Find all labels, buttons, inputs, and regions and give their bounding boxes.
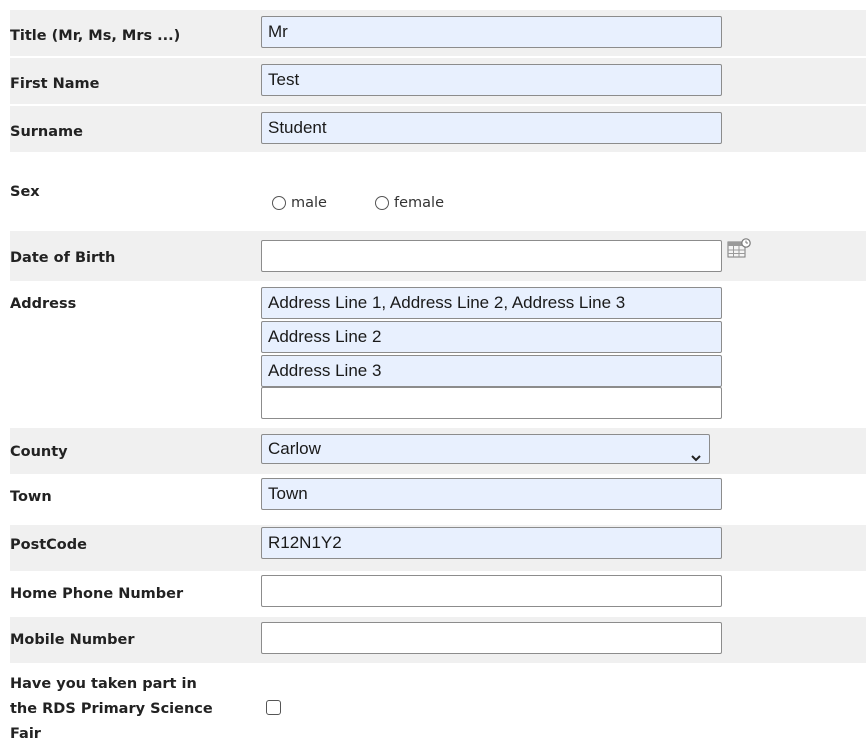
surname-label: Surname — [10, 124, 83, 140]
sex-label: Sex — [10, 184, 40, 200]
home-phone-input[interactable] — [261, 575, 722, 607]
surname-input[interactable]: Student — [261, 112, 722, 144]
postcode-input[interactable]: R12N1Y2 — [261, 527, 722, 559]
first-name-label: First Name — [10, 76, 100, 92]
sex-radio-male[interactable]: male — [272, 195, 327, 211]
home-phone-label: Home Phone Number — [10, 586, 184, 602]
sex-option-female-label: female — [394, 195, 444, 211]
title-input[interactable]: Mr — [261, 16, 722, 48]
mobile-label: Mobile Number — [10, 632, 135, 648]
mobile-input[interactable] — [261, 622, 722, 654]
address-line-3-input[interactable]: Address Line 3 — [261, 355, 722, 387]
radio-circle[interactable] — [272, 196, 286, 210]
address-line-4-input[interactable] — [261, 387, 722, 419]
rds-primary-label-line-3: Fair — [10, 726, 41, 742]
title-label: Title (Mr, Ms, Mrs ...) — [10, 28, 181, 44]
address-line-2-input[interactable]: Address Line 2 — [261, 321, 722, 353]
first-name-input[interactable]: Test — [261, 64, 722, 96]
county-select-value: Carlow — [268, 439, 321, 458]
calendar-icon[interactable] — [727, 238, 753, 260]
town-input[interactable]: Town — [261, 478, 722, 510]
county-select[interactable]: Carlow — [261, 434, 710, 464]
rds-primary-checkbox[interactable] — [266, 700, 281, 715]
postcode-label: PostCode — [10, 537, 87, 553]
sex-radio-female[interactable]: female — [375, 195, 444, 211]
dob-label: Date of Birth — [10, 250, 116, 266]
town-label: Town — [10, 489, 52, 505]
address-label: Address — [10, 296, 77, 312]
radio-circle[interactable] — [375, 196, 389, 210]
rds-primary-label-line-2: the RDS Primary Science — [10, 701, 213, 717]
county-label: County — [10, 444, 68, 460]
dob-input[interactable] — [261, 240, 722, 272]
address-line-1-input[interactable]: Address Line 1, Address Line 2, Address … — [261, 287, 722, 319]
chevron-down-icon — [691, 444, 701, 462]
sex-option-male-label: male — [291, 195, 327, 211]
rds-primary-label-line-1: Have you taken part in — [10, 676, 197, 692]
